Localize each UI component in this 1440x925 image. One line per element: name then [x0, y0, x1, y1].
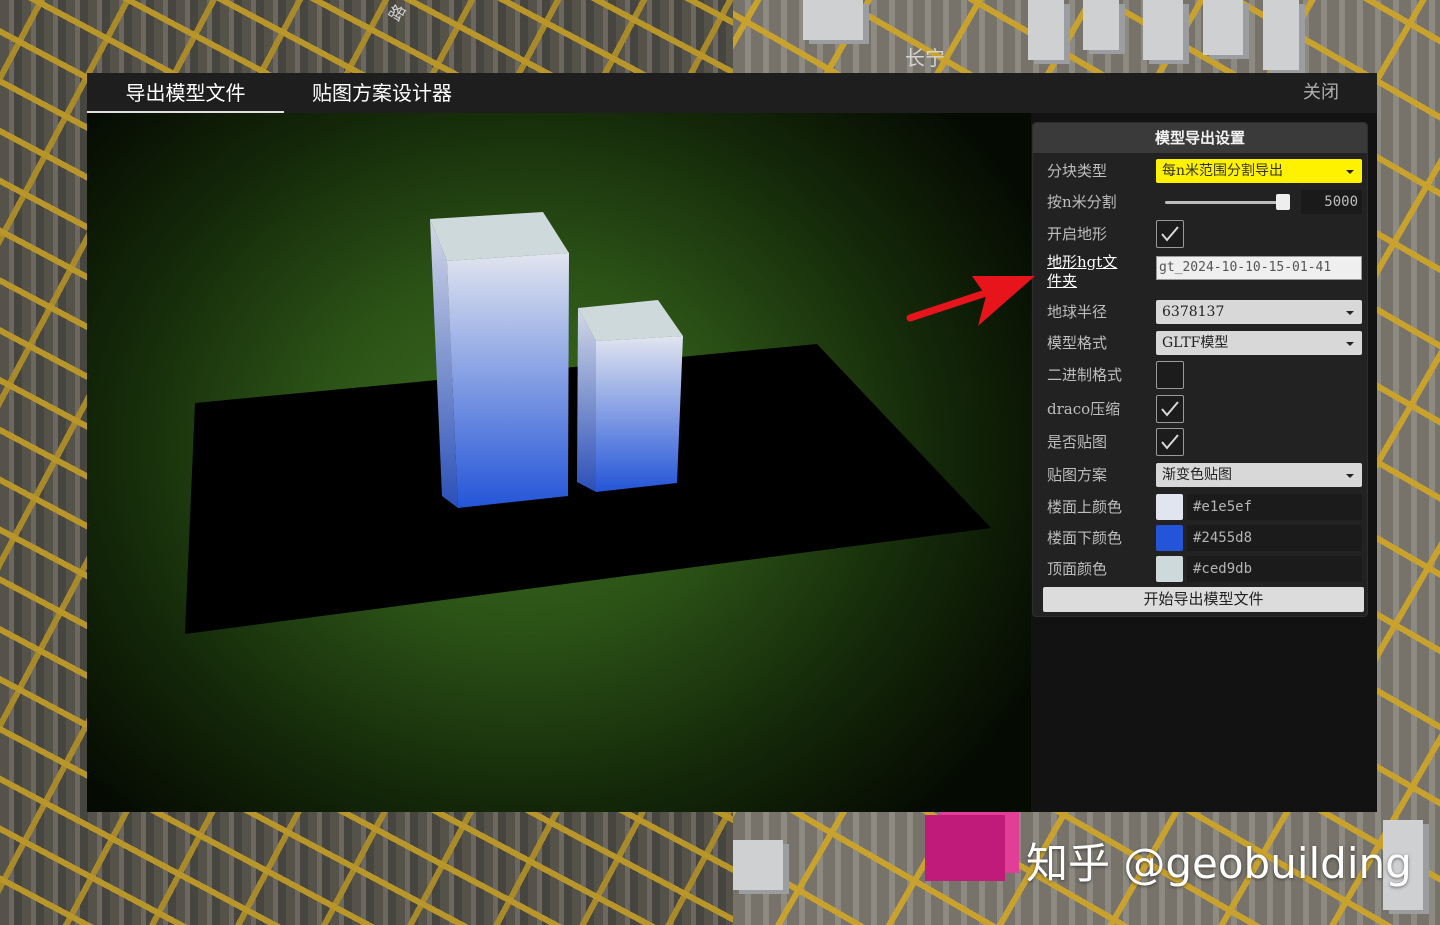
tab-texture-designer[interactable]: 贴图方案设计器	[297, 73, 467, 113]
floor-bottom-color-input[interactable]: #2455d8	[1187, 525, 1362, 551]
row-binary-format: 二进制格式	[1033, 361, 1369, 389]
earth-radius-select[interactable]: 6378137	[1156, 300, 1362, 324]
export-settings-panel: 模型导出设置 分块类型 每n米范围分割导出 按n米分割 5000 开启地形 地形…	[1032, 122, 1368, 617]
row-split-type: 分块类型 每n米范围分割导出	[1033, 157, 1369, 185]
texture-scheme-value: 渐变色贴图	[1162, 467, 1232, 483]
zhihu-watermark: 知乎 @geobuilding	[1026, 839, 1412, 888]
row-apply-texture: 是否贴图	[1033, 428, 1369, 456]
start-export-button[interactable]: 开始导出模型文件	[1043, 587, 1364, 612]
split-type-select[interactable]: 每n米范围分割导出	[1156, 159, 1362, 183]
enable-terrain-label: 开启地形	[1047, 225, 1108, 243]
export-dialog: 导出模型文件 贴图方案设计器 关闭 模型导出设置 分块类型 每n米范围分割导出 …	[87, 73, 1377, 812]
annotation-arrow-icon	[906, 276, 1035, 326]
binary-format-label: 二进制格式	[1047, 366, 1123, 384]
city-building	[1143, 0, 1183, 60]
earth-radius-value: 6378137	[1162, 304, 1225, 320]
tab-bar: 导出模型文件 贴图方案设计器 关闭	[87, 73, 1377, 113]
earth-radius-label: 地球半径	[1047, 303, 1108, 321]
row-roof-color: 顶面颜色 #ced9db	[1033, 555, 1369, 583]
preview-scene	[185, 212, 991, 634]
row-model-format: 模型格式 GLTF模型	[1033, 329, 1369, 357]
draco-label: draco压缩	[1047, 400, 1121, 418]
panel-title: 模型导出设置	[1033, 123, 1367, 153]
split-distance-slider-handle[interactable]	[1276, 194, 1290, 210]
floor-top-color-swatch[interactable]	[1156, 494, 1183, 520]
terrain-folder-link[interactable]: 地形hgt文件夹	[1047, 253, 1132, 291]
city-building	[733, 840, 783, 890]
model-preview-viewport[interactable]	[87, 113, 1031, 812]
row-enable-terrain: 开启地形	[1033, 220, 1369, 248]
short-building-front	[596, 336, 683, 492]
street-label-2: 路	[385, 1, 410, 25]
chevron-down-icon	[1346, 474, 1354, 478]
floor-top-color-label: 楼面上颜色	[1047, 498, 1123, 516]
terrain-folder-input[interactable]: gt_2024-10-10-15-01-41	[1156, 256, 1362, 280]
row-texture-scheme: 贴图方案 渐变色贴图	[1033, 461, 1369, 489]
chevron-down-icon	[1346, 311, 1354, 315]
model-format-value: GLTF模型	[1162, 335, 1229, 351]
row-draco: draco压缩	[1033, 395, 1369, 423]
highlighted-building	[925, 815, 1005, 881]
city-building	[803, 0, 863, 40]
roof-color-label: 顶面颜色	[1047, 560, 1108, 578]
roof-color-swatch[interactable]	[1156, 556, 1183, 582]
row-split-distance: 按n米分割 5000	[1033, 188, 1369, 216]
split-distance-value[interactable]: 5000	[1301, 190, 1362, 214]
texture-scheme-label: 贴图方案	[1047, 466, 1108, 484]
roof-color-input[interactable]: #ced9db	[1187, 556, 1362, 582]
draco-checkbox[interactable]	[1156, 395, 1184, 423]
row-terrain-folder: 地形hgt文件夹 gt_2024-10-10-15-01-41	[1033, 253, 1369, 291]
split-type-label: 分块类型	[1047, 162, 1108, 180]
street-label: 长宁	[905, 46, 945, 70]
apply-texture-checkbox[interactable]	[1156, 428, 1184, 456]
enable-terrain-checkbox[interactable]	[1156, 220, 1184, 248]
check-icon	[1161, 434, 1179, 450]
tab-export-model[interactable]: 导出模型文件	[87, 73, 284, 113]
model-format-label: 模型格式	[1047, 334, 1108, 352]
binary-format-checkbox[interactable]	[1156, 361, 1184, 389]
check-icon	[1161, 401, 1179, 417]
texture-scheme-select[interactable]: 渐变色贴图	[1156, 463, 1362, 487]
apply-texture-label: 是否贴图	[1047, 433, 1108, 451]
row-floor-bottom-color: 楼面下颜色 #2455d8	[1033, 524, 1369, 552]
check-icon	[1161, 226, 1179, 242]
floor-bottom-color-swatch[interactable]	[1156, 525, 1183, 551]
chevron-down-icon	[1346, 170, 1354, 174]
city-building	[1083, 0, 1119, 50]
split-type-value: 每n米范围分割导出	[1162, 163, 1284, 179]
row-floor-top-color: 楼面上颜色 #e1e5ef	[1033, 493, 1369, 521]
tall-building-roof	[430, 212, 569, 261]
floor-bottom-color-label: 楼面下颜色	[1047, 529, 1123, 547]
floor-top-color-input[interactable]: #e1e5ef	[1187, 494, 1362, 520]
close-button[interactable]: 关闭	[1303, 73, 1339, 113]
split-distance-slider[interactable]	[1165, 201, 1283, 204]
short-building-roof	[578, 300, 683, 341]
split-distance-label: 按n米分割	[1047, 193, 1117, 211]
city-building	[1203, 0, 1243, 55]
model-format-select[interactable]: GLTF模型	[1156, 331, 1362, 355]
chevron-down-icon	[1346, 342, 1354, 346]
city-building	[1028, 0, 1064, 60]
tall-building-front	[447, 253, 569, 508]
city-building	[1263, 0, 1299, 70]
row-earth-radius: 地球半径 6378137	[1033, 298, 1369, 326]
